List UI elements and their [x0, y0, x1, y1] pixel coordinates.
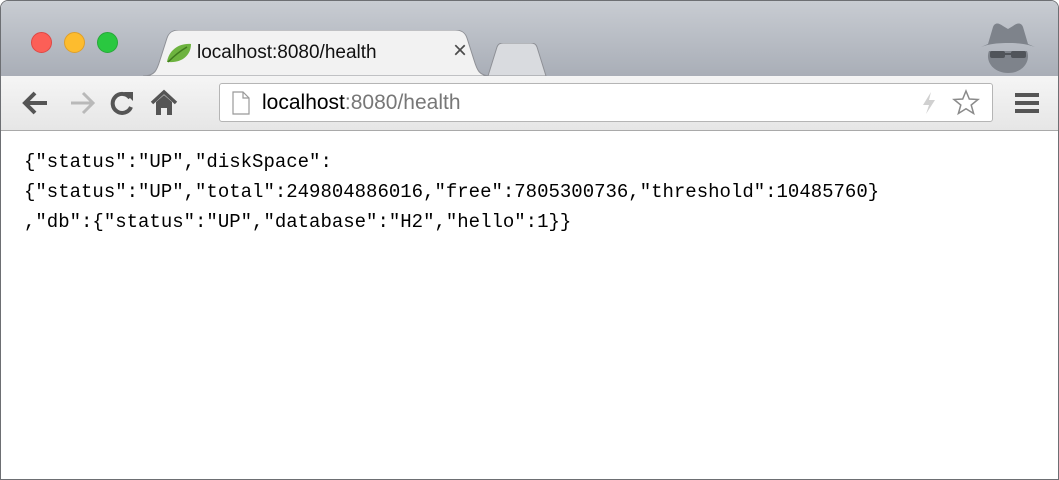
reload-icon[interactable]	[108, 89, 136, 122]
title-bar: localhost:8080/health ×	[1, 1, 1058, 78]
zoom-window-button[interactable]	[97, 32, 118, 53]
tab-active[interactable]: localhost:8080/health ×	[143, 30, 491, 77]
home-icon[interactable]	[149, 89, 179, 122]
json-line: {"status":"UP","total":249804886016,"fre…	[24, 181, 880, 203]
close-window-button[interactable]	[31, 32, 52, 53]
back-arrow-icon[interactable]	[21, 89, 51, 122]
hamburger-menu-icon[interactable]	[1014, 92, 1040, 119]
page-icon	[232, 91, 250, 120]
minimize-window-button[interactable]	[64, 32, 85, 53]
browser-window: localhost:8080/health × localhost:8080/h…	[0, 0, 1059, 480]
url-text[interactable]: localhost:8080/health	[262, 91, 461, 115]
bookmark-star-icon[interactable]	[952, 89, 980, 121]
tab-close-button[interactable]: ×	[453, 39, 467, 63]
json-line: ,"db":{"status":"UP","database":"H2","he…	[24, 211, 572, 233]
url-path: :8080/health	[344, 91, 461, 114]
page-content: {"status":"UP","diskSpace": {"status":"U…	[1, 131, 1058, 479]
json-line: {"status":"UP","diskSpace":	[24, 151, 332, 173]
incognito-icon	[973, 21, 1043, 78]
forward-arrow-icon[interactable]	[67, 89, 97, 122]
url-host: localhost	[262, 91, 345, 114]
spring-leaf-icon	[165, 42, 193, 69]
lightning-icon[interactable]	[920, 91, 938, 120]
address-bar[interactable]: localhost:8080/health	[219, 83, 993, 122]
browser-toolbar: localhost:8080/health	[1, 76, 1058, 131]
json-response: {"status":"UP","diskSpace": {"status":"U…	[24, 147, 879, 237]
tab-title: localhost:8080/health	[197, 42, 377, 63]
